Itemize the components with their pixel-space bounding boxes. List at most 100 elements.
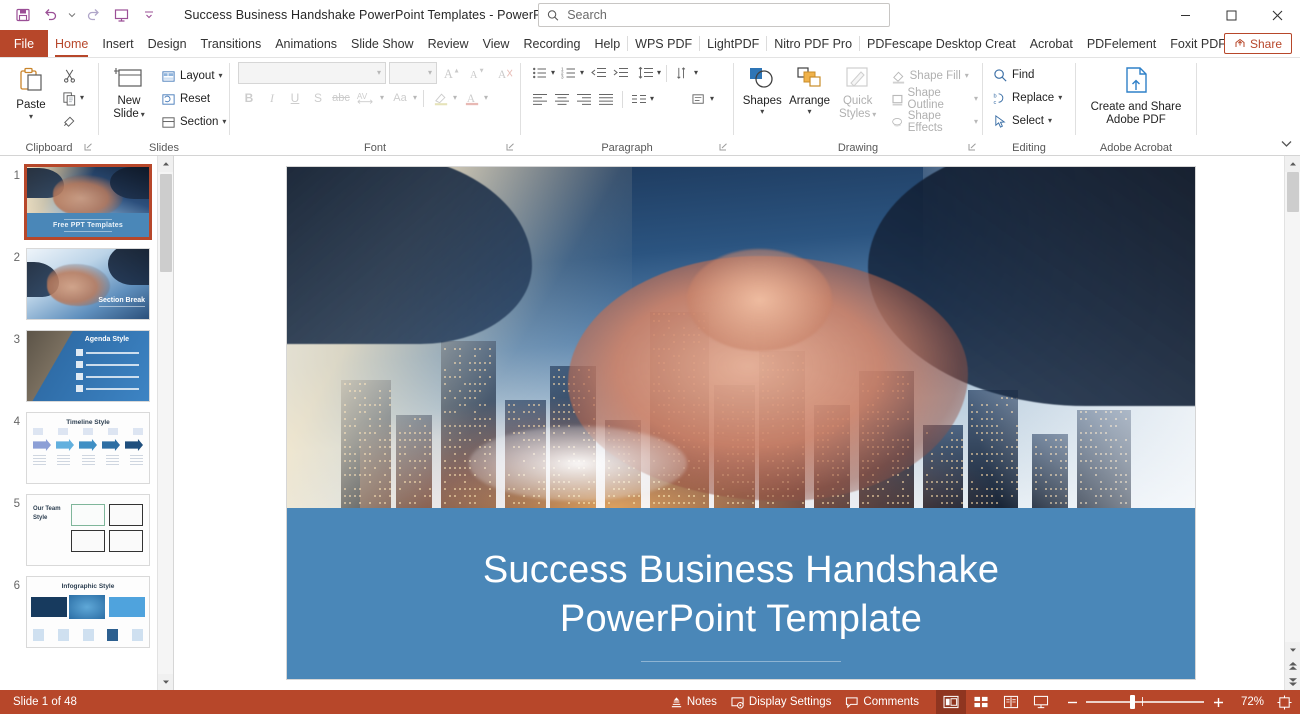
tab-nitro-pdf-pro[interactable]: Nitro PDF Pro xyxy=(767,30,859,57)
clear-formatting-button[interactable]: A xyxy=(494,62,516,84)
text-direction-dropdown-icon[interactable]: ▾ xyxy=(694,69,698,77)
current-slide[interactable]: Success Business Handshake PowerPoint Te… xyxy=(287,167,1195,679)
tab-transitions[interactable]: Transitions xyxy=(194,30,269,57)
select-dropdown-icon[interactable]: ▾ xyxy=(1048,117,1052,125)
save-icon[interactable] xyxy=(10,3,36,27)
customize-qat-icon[interactable] xyxy=(136,3,162,27)
minimize-button[interactable] xyxy=(1162,0,1208,30)
search-input[interactable] xyxy=(567,8,881,22)
close-button[interactable] xyxy=(1254,0,1300,30)
thumbnail-pane-scrollbar[interactable] xyxy=(157,156,173,690)
scrollbar-thumb[interactable] xyxy=(1287,172,1299,212)
tab-insert[interactable]: Insert xyxy=(95,30,140,57)
tab-view[interactable]: View xyxy=(476,30,517,57)
clipboard-dialog-launcher[interactable] xyxy=(82,142,94,154)
numbering-dropdown-icon[interactable]: ▾ xyxy=(580,69,584,77)
maximize-button[interactable] xyxy=(1208,0,1254,30)
copy-button[interactable] xyxy=(58,87,80,109)
fit-to-window-button[interactable] xyxy=(1272,690,1296,714)
slide-show-view-button[interactable] xyxy=(1026,690,1056,714)
scroll-down-icon[interactable] xyxy=(1285,642,1300,658)
paste-dropdown-icon[interactable]: ▾ xyxy=(29,113,33,121)
zoom-slider-thumb[interactable] xyxy=(1130,695,1135,709)
tab-file[interactable]: File xyxy=(0,30,48,57)
shape-outline-dropdown-icon[interactable]: ▾ xyxy=(974,95,978,103)
character-spacing-dropdown-icon[interactable]: ▾ xyxy=(380,94,384,102)
slide-thumbnail-3[interactable]: Agenda Style xyxy=(26,330,150,402)
scrollbar-thumb[interactable] xyxy=(160,174,172,272)
slide-title-band[interactable]: Success Business Handshake PowerPoint Te… xyxy=(287,508,1195,679)
scroll-up-icon[interactable] xyxy=(158,156,174,172)
comments-button[interactable]: Comments xyxy=(838,690,926,714)
share-button[interactable]: Share xyxy=(1224,33,1292,54)
font-color-dropdown-icon[interactable]: ▾ xyxy=(484,94,488,102)
line-spacing-dropdown-icon[interactable]: ▾ xyxy=(657,69,661,77)
text-highlight-dropdown-icon[interactable]: ▾ xyxy=(453,94,457,102)
tab-home[interactable]: Home xyxy=(48,30,95,57)
display-settings-button[interactable]: Display Settings xyxy=(724,690,838,714)
text-direction-button[interactable] xyxy=(672,62,694,84)
change-case-dropdown-icon[interactable]: ▾ xyxy=(413,94,417,102)
next-slide-icon[interactable] xyxy=(1285,674,1300,690)
scrollbar-track[interactable] xyxy=(1285,172,1300,642)
find-button[interactable]: Find xyxy=(989,64,1038,86)
columns-dropdown-icon[interactable]: ▾ xyxy=(650,95,654,103)
redo-icon[interactable] xyxy=(80,3,106,27)
collapse-ribbon-button[interactable] xyxy=(1278,135,1294,151)
slide-thumbnail-1[interactable]: Free PPT Templates xyxy=(26,166,150,238)
slide-thumbnail-2[interactable]: Section Break xyxy=(26,248,150,320)
tab-pdfelement[interactable]: PDFelement xyxy=(1080,30,1163,57)
slide-thumbnail-4[interactable]: Timeline Style xyxy=(26,412,150,484)
underline-button[interactable]: U xyxy=(284,87,306,109)
new-slide-dropdown-icon[interactable]: ▾ xyxy=(141,111,145,119)
tab-recording[interactable]: Recording xyxy=(516,30,587,57)
reading-view-button[interactable] xyxy=(996,690,1026,714)
shapes-button[interactable]: Shapes ▾ xyxy=(740,62,784,116)
drawing-dialog-launcher[interactable] xyxy=(966,142,978,154)
select-button[interactable]: Select ▾ xyxy=(989,110,1056,132)
zoom-out-button[interactable] xyxy=(1064,690,1080,714)
search-box[interactable] xyxy=(538,3,890,27)
scroll-down-icon[interactable] xyxy=(158,674,174,690)
align-text-button[interactable] xyxy=(688,88,710,110)
section-dropdown-icon[interactable]: ▾ xyxy=(222,118,226,126)
layout-dropdown-icon[interactable]: ▾ xyxy=(219,72,223,80)
copy-dropdown-icon[interactable]: ▾ xyxy=(80,94,84,102)
slide-sorter-view-button[interactable] xyxy=(966,690,996,714)
start-presentation-icon[interactable] xyxy=(108,3,134,27)
tab-acrobat[interactable]: Acrobat xyxy=(1023,30,1080,57)
scrollbar-track[interactable] xyxy=(158,172,174,674)
scroll-up-icon[interactable] xyxy=(1285,156,1300,172)
align-left-button[interactable] xyxy=(529,88,551,110)
bullets-dropdown-icon[interactable]: ▾ xyxy=(551,69,555,77)
slide-thumbnail-pane[interactable]: 1 Free PPT Templates 2 Section Break 3 A… xyxy=(0,156,174,690)
change-case-button[interactable]: Aa xyxy=(388,87,412,109)
arrange-button[interactable]: Arrange ▾ xyxy=(786,62,832,116)
undo-dropdown-icon[interactable] xyxy=(66,3,78,27)
line-spacing-button[interactable] xyxy=(635,62,657,84)
text-shadow-button[interactable]: S xyxy=(307,87,329,109)
bold-button[interactable]: B xyxy=(238,87,260,109)
font-size-dropdown-icon[interactable]: ▾ xyxy=(428,69,432,77)
undo-icon[interactable] xyxy=(38,3,64,27)
tab-pdfescape-desktop-creator[interactable]: PDFescape Desktop Creat xyxy=(860,30,1023,57)
arrange-dropdown-icon[interactable]: ▾ xyxy=(808,108,812,116)
increase-font-size-button[interactable]: A ▲ xyxy=(440,62,462,84)
shape-fill-button[interactable]: Shape Fill ▾ xyxy=(887,65,982,87)
tab-lightpdf[interactable]: LightPDF xyxy=(700,30,766,57)
font-color-button[interactable]: A xyxy=(461,87,483,109)
columns-button[interactable] xyxy=(628,88,650,110)
slide-counter[interactable]: Slide 1 of 48 xyxy=(6,690,84,714)
replace-dropdown-icon[interactable]: ▾ xyxy=(1058,94,1062,102)
shapes-dropdown-icon[interactable]: ▾ xyxy=(760,108,764,116)
justify-button[interactable] xyxy=(595,88,617,110)
decrease-list-level-button[interactable] xyxy=(588,62,610,84)
font-name-combo[interactable]: ▾ xyxy=(238,62,386,84)
normal-view-button[interactable] xyxy=(936,690,966,714)
quick-styles-button[interactable]: Quick Styles ▾ xyxy=(835,62,881,121)
shape-effects-button[interactable]: Shape Effects ▾ xyxy=(887,111,982,133)
tab-wps-pdf[interactable]: WPS PDF xyxy=(628,30,699,57)
reset-button[interactable]: Reset xyxy=(157,88,230,110)
new-slide-button[interactable]: New Slide ▾ xyxy=(105,62,153,121)
layout-button[interactable]: Layout ▾ xyxy=(157,65,230,87)
